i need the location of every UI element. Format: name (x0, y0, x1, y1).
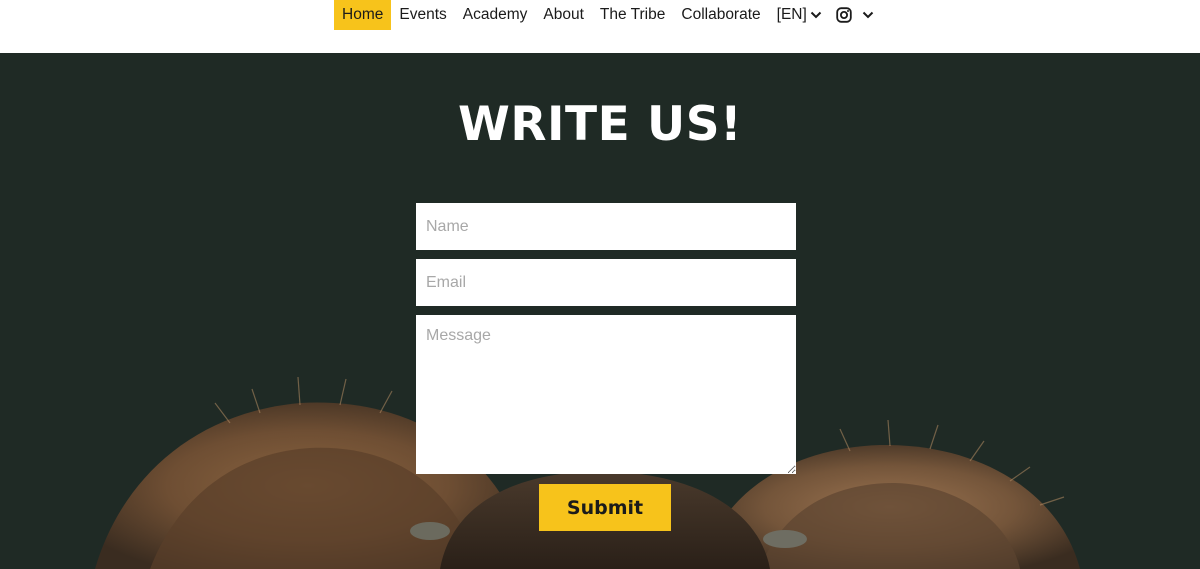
nav-item-events[interactable]: Events (391, 0, 454, 30)
chevron-down-icon (810, 11, 822, 19)
main-nav: Home Events Academy About The Tribe Coll… (334, 0, 880, 30)
nav-item-collaborate[interactable]: Collaborate (673, 0, 768, 30)
site-header: Home Events Academy About The Tribe Coll… (0, 0, 1200, 53)
contact-section: WRITE US! Submit (0, 53, 1200, 569)
email-field[interactable] (416, 259, 796, 306)
chevron-down-icon (862, 11, 874, 19)
nav-item-the-tribe[interactable]: The Tribe (592, 0, 673, 30)
more-menu-toggle[interactable] (856, 0, 880, 30)
language-selector[interactable]: [EN] (769, 0, 828, 30)
nav-item-about[interactable]: About (535, 0, 592, 30)
name-field[interactable] (416, 203, 796, 250)
instagram-icon (836, 7, 852, 23)
page-title: WRITE US! (458, 97, 742, 152)
nav-item-home[interactable]: Home (334, 0, 392, 30)
message-field[interactable] (416, 315, 796, 474)
submit-button[interactable]: Submit (539, 484, 671, 531)
instagram-link[interactable] (828, 0, 856, 30)
language-label: [EN] (776, 6, 807, 23)
nav-item-academy[interactable]: Academy (455, 0, 536, 30)
